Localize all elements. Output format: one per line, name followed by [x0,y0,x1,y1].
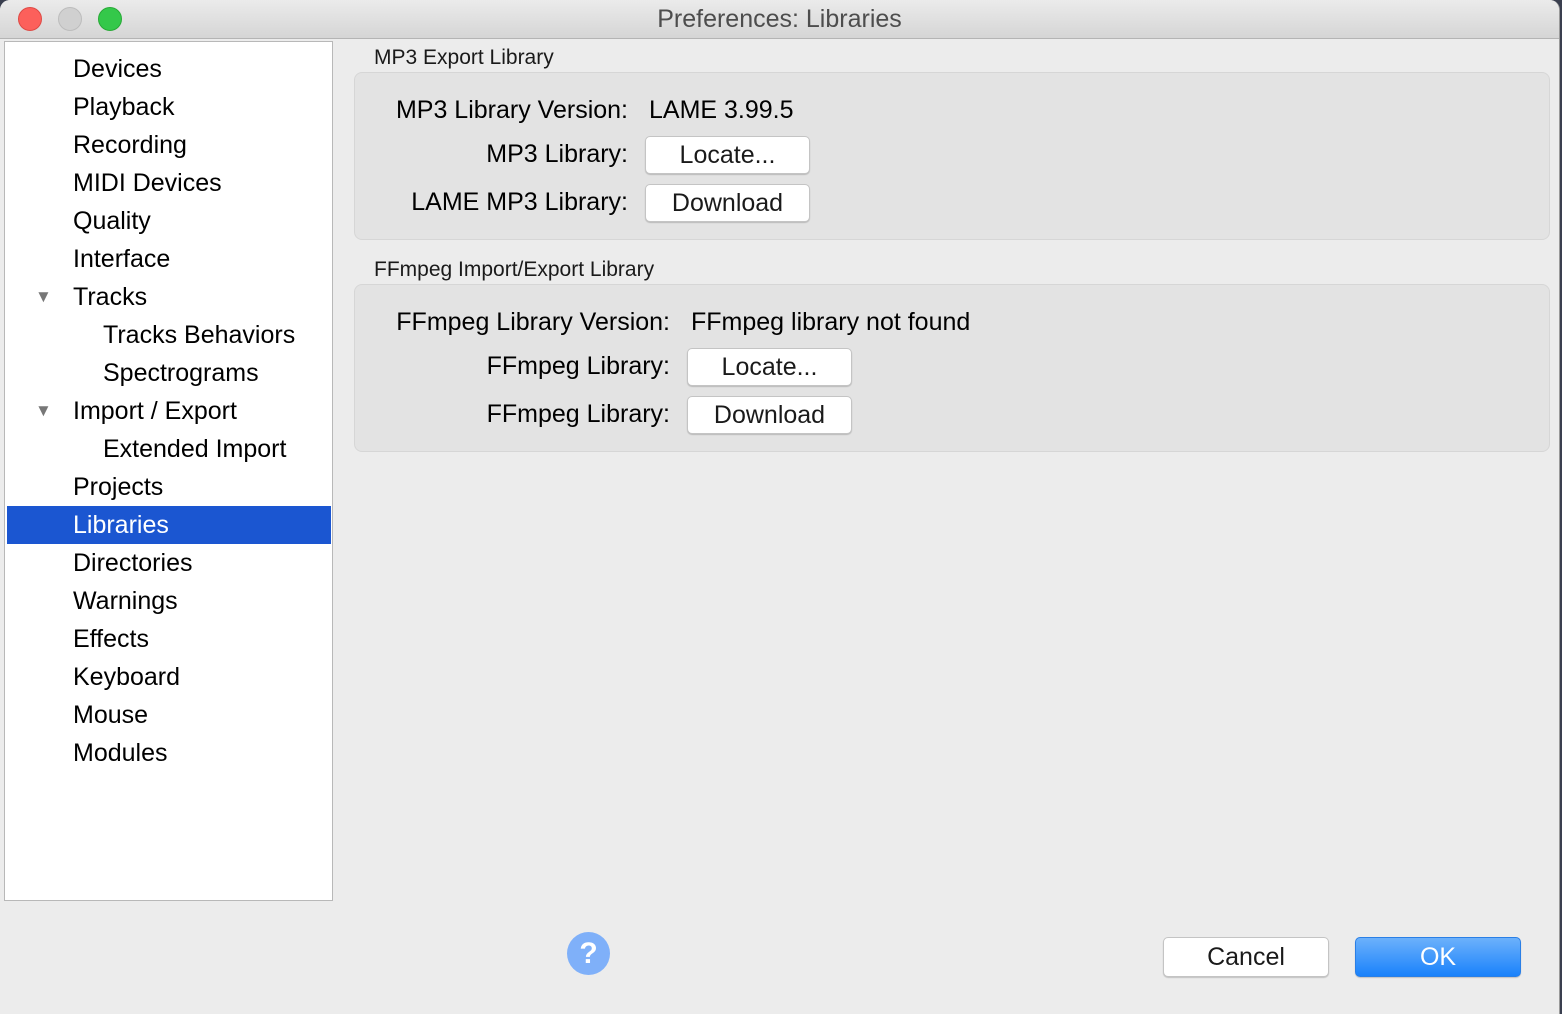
disclosure-triangle-expanded-icon[interactable]: ▼ [35,392,52,430]
mp3-version-value: LAME 3.99.5 [649,96,794,124]
sidebar-item-label: Libraries [73,511,169,539]
ffmpeg-download-button[interactable]: Download [687,396,852,434]
sidebar-item-modules[interactable]: Modules [7,734,331,772]
sidebar-item-label: Import / Export [73,397,237,425]
sidebar-item-midi-devices[interactable]: MIDI Devices [7,164,331,202]
sidebar-item-label: Interface [73,245,171,273]
sidebar-item-label: Effects [73,625,149,653]
sidebar-item-label: Extended Import [103,435,287,463]
sidebar-item-tracks[interactable]: ▼ Tracks [7,278,331,316]
ffmpeg-version-label: FFmpeg Library Version: [396,308,670,336]
sidebar-item-label: Warnings [73,587,178,615]
ok-button[interactable]: OK [1355,937,1521,977]
ffmpeg-download-label: FFmpeg Library: [486,400,670,428]
sidebar-item-effects[interactable]: Effects [7,620,331,658]
mp3-version-label: MP3 Library Version: [395,96,628,124]
sidebar-item-mouse[interactable]: Mouse [7,696,331,734]
sidebar-item-recording[interactable]: Recording [7,126,331,164]
ffmpeg-group-title: FFmpeg Import/Export Library [374,258,655,281]
window-title: Preferences: Libraries [657,5,902,33]
sidebar-item-label: Keyboard [73,663,181,691]
sidebar-item-import-export[interactable]: ▼ Import / Export [7,392,331,430]
help-icon[interactable]: ? [567,932,610,975]
sidebar-item-label: Tracks [73,283,148,311]
sidebar-item-spectrograms[interactable]: Spectrograms [7,354,331,392]
sidebar-item-label: Spectrograms [103,359,259,387]
sidebar-item-extended-import[interactable]: Extended Import [7,430,331,468]
sidebar-item-label: Playback [73,93,175,121]
sidebar-item-label: MIDI Devices [73,169,222,197]
ffmpeg-version-value: FFmpeg library not found [691,308,971,336]
sidebar-item-warnings[interactable]: Warnings [7,582,331,620]
mp3-group-title: MP3 Export Library [374,46,554,69]
sidebar-item-label: Quality [73,207,151,235]
sidebar-item-label: Directories [73,549,193,577]
sidebar-item-keyboard[interactable]: Keyboard [7,658,331,696]
sidebar-item-interface[interactable]: Interface [7,240,331,278]
cancel-button[interactable]: Cancel [1163,937,1329,977]
mp3-download-button[interactable]: Download [645,184,810,222]
disclosure-triangle-expanded-icon[interactable]: ▼ [35,278,52,316]
sidebar-item-tracks-behaviors[interactable]: Tracks Behaviors [7,316,331,354]
ffmpeg-library-label: FFmpeg Library: [486,352,670,380]
sidebar-item-label: Tracks Behaviors [103,321,296,349]
ffmpeg-locate-button[interactable]: Locate... [687,348,852,386]
sidebar-item-label: Projects [73,473,164,501]
sidebar-item-label: Devices [73,55,162,83]
sidebar-item-playback[interactable]: Playback [7,88,331,126]
sidebar-item-projects[interactable]: Projects [7,468,331,506]
title-bar: Preferences: Libraries [0,0,1559,39]
sidebar-item-label: Mouse [73,701,149,729]
sidebar-item-devices[interactable]: Devices [7,50,331,88]
lame-mp3-library-label: LAME MP3 Library: [411,188,628,216]
mp3-locate-button[interactable]: Locate... [645,136,810,174]
preferences-category-list[interactable]: Devices Playback Recording MIDI Devices … [4,41,333,901]
sidebar-item-libraries[interactable]: Libraries [7,506,331,544]
preferences-window: Preferences: Libraries Devices Playback … [0,0,1560,1014]
sidebar-item-label: Modules [73,739,168,767]
sidebar-item-directories[interactable]: Directories [7,544,331,582]
mp3-library-label: MP3 Library: [486,140,628,168]
sidebar-item-quality[interactable]: Quality [7,202,331,240]
sidebar-item-label: Recording [73,131,187,159]
